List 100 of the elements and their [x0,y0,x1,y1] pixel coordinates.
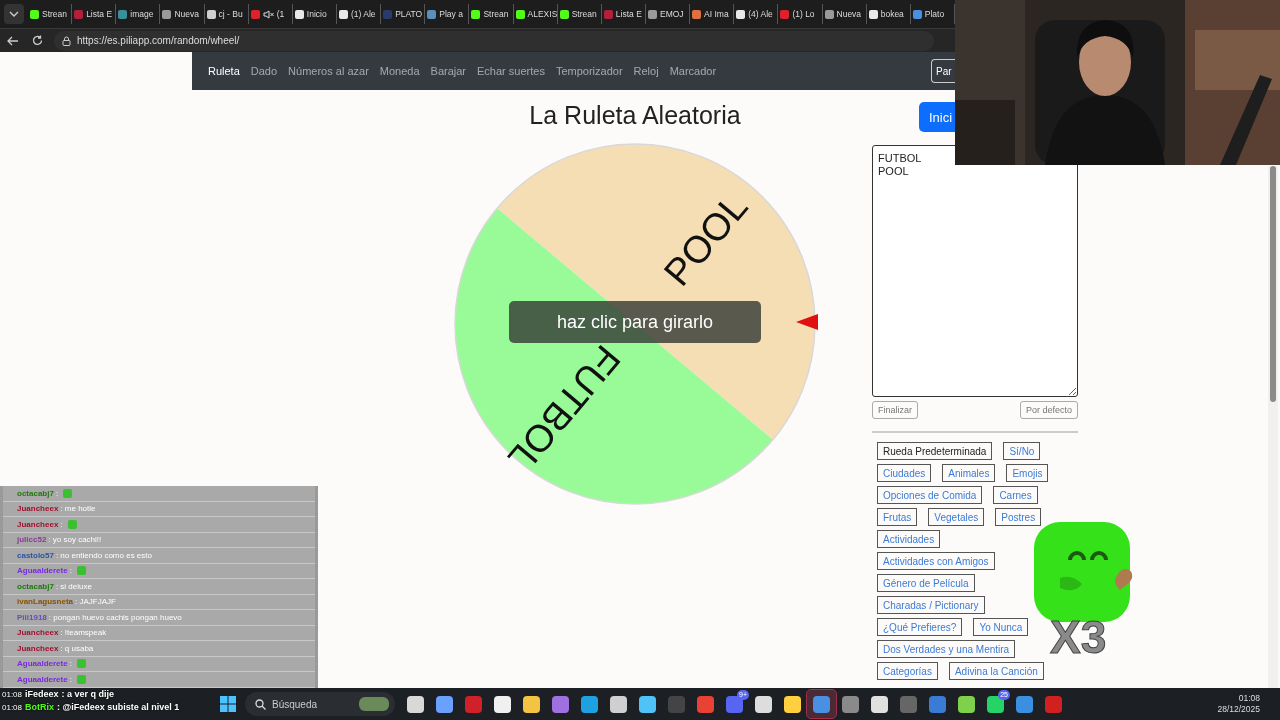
spin-button[interactable]: haz clic para girarlo [509,301,761,343]
app-icon[interactable] [494,695,511,713]
start-icon[interactable] [220,696,236,712]
nav-link[interactable]: Reloj [633,65,659,77]
browser-tab[interactable]: Inicio [292,4,337,24]
nav-link[interactable]: Dado [250,65,278,77]
preset-button[interactable]: Postres [995,508,1042,526]
app-icon[interactable] [610,695,627,713]
preset-button[interactable]: Emojis [1006,464,1049,482]
browser-tab[interactable]: Nueva [822,4,867,24]
browser-tab[interactable]: Play a [425,4,470,24]
preset-button[interactable]: Categorías [877,662,938,680]
app-icon[interactable] [871,695,888,713]
nav-link[interactable]: Marcador [669,65,717,77]
chat-username: castolo57 [17,550,54,560]
chat-timestamp: 01:08 [2,689,23,699]
emote-icon [76,566,86,576]
browser-tab[interactable]: Plato [910,4,955,24]
emote-icon [67,519,77,529]
browser-tab[interactable]: Strean [469,4,514,24]
preset-button[interactable]: Vegetales [928,508,985,526]
browser-tab[interactable]: ALEXIS [513,4,558,24]
clock-date: 28/12/2025 [1217,704,1260,715]
chat-timestamp: 01:08 [2,702,23,712]
browser-tab[interactable]: Nueva [160,4,205,24]
browser-tab[interactable]: Lista E [601,4,646,24]
app-icon[interactable] [755,695,772,713]
taskbar-search[interactable]: Búsqueda [245,692,395,716]
finish-button[interactable]: Finalizar [872,401,918,419]
nav-link[interactable]: Temporizador [555,65,623,77]
browser-tab[interactable]: bokea [866,4,911,24]
chat-username: Pili1918 [17,612,47,622]
preset-button[interactable]: Carnes [993,486,1038,504]
app-icon[interactable] [958,695,975,713]
browser-tab[interactable]: (1) Lo [778,4,823,24]
nav-link[interactable]: Ruleta [208,65,240,77]
preset-button[interactable]: Dos Verdades y una Mentira [877,640,1016,658]
preset-button[interactable]: Actividades [877,530,941,548]
app-icon[interactable] [581,695,598,713]
muted-speaker-icon[interactable] [262,9,274,19]
default-button[interactable]: Por defecto [1019,401,1078,419]
browser-tab[interactable]: (1 [248,4,293,24]
reload-icon[interactable] [30,34,44,47]
back-icon[interactable] [6,34,20,47]
chat-text: : [69,659,72,669]
browser-tab[interactable]: Strean [28,4,73,24]
chat-username: Juancheex [17,504,59,514]
chat-text: : @iFedeex subiste al nivel 1 [57,702,180,712]
entries-field[interactable]: FUTBOL POOL [872,145,1078,397]
app-icon[interactable] [436,695,453,713]
preset-button[interactable]: Charadas / Pictionary [877,596,985,614]
address-bar[interactable]: https://es.piliapp.com/random/wheel/ [54,30,934,51]
nav-link[interactable]: Echar suertes [477,65,545,77]
nav-link[interactable]: Barajar [430,65,467,77]
app-icon[interactable] [987,695,1004,713]
nav-link[interactable]: Moneda [379,65,420,77]
chat-text: : a ver q dije [61,689,115,699]
preset-button[interactable]: Ciudades [877,464,932,482]
browser-tab[interactable]: (4) Ale [734,4,779,24]
preset-button[interactable]: Actividades con Amigos [877,552,995,570]
nav-link[interactable]: Números al azar [288,65,369,77]
chat-username: Juancheex [17,628,59,638]
browser-tab[interactable]: (1) Ale [337,4,382,24]
page-title: La Ruleta Aleatoria [529,100,741,130]
chat-text: : pongan huevo cachis pongan huevo [48,612,182,622]
chat-username: BotRix [25,702,55,712]
app-icon[interactable] [523,695,540,713]
browser-tab[interactable]: image [116,4,161,24]
app-icon[interactable] [407,695,424,713]
browser-tab[interactable]: cj - Bu [204,4,249,24]
preset-button[interactable]: Animales [942,464,996,482]
scrollbar[interactable] [1268,166,1278,688]
preset-button[interactable]: Sí/No [1003,442,1041,460]
preset-button[interactable]: Rueda Predeterminada [877,442,993,460]
app-icon[interactable] [784,695,801,713]
start-button[interactable]: Inici [919,102,955,132]
browser-tab[interactable]: AI Ima [690,4,735,24]
chat-text: : si deluxe [55,581,92,591]
emote-icon [63,488,73,498]
preset-button[interactable]: Adivina la Canción [948,662,1044,680]
scrollbar-thumb[interactable] [1270,166,1276,402]
tab-list-button[interactable] [4,4,24,24]
preset-button[interactable]: Frutas [877,508,918,526]
chat-username: Aguaalderete [17,566,68,576]
chat-text: : JAJFJAJF [75,597,116,607]
chat-username: iFedeex [25,689,59,699]
app-icon[interactable] [639,695,656,713]
chat-username: Aguaalderete [17,674,68,684]
preset-button[interactable]: ¿Qué Prefieres? [877,618,963,636]
chat-text: : [69,566,72,576]
browser-tab[interactable]: Strean [557,4,602,24]
chat-text: : no entiendo como es esto [55,550,152,560]
preset-button[interactable]: Género de Película [877,574,975,592]
browser-tab[interactable]: EMOJ [645,4,691,24]
preset-button[interactable]: Opciones de Comida [877,486,983,504]
browser-tab[interactable]: PLATO [381,4,426,24]
pointer-icon [796,314,818,330]
chat-username: octacabj7 [17,581,54,591]
preset-button[interactable]: Yo Nunca [973,618,1029,636]
browser-tab[interactable]: Lista E [72,4,117,24]
